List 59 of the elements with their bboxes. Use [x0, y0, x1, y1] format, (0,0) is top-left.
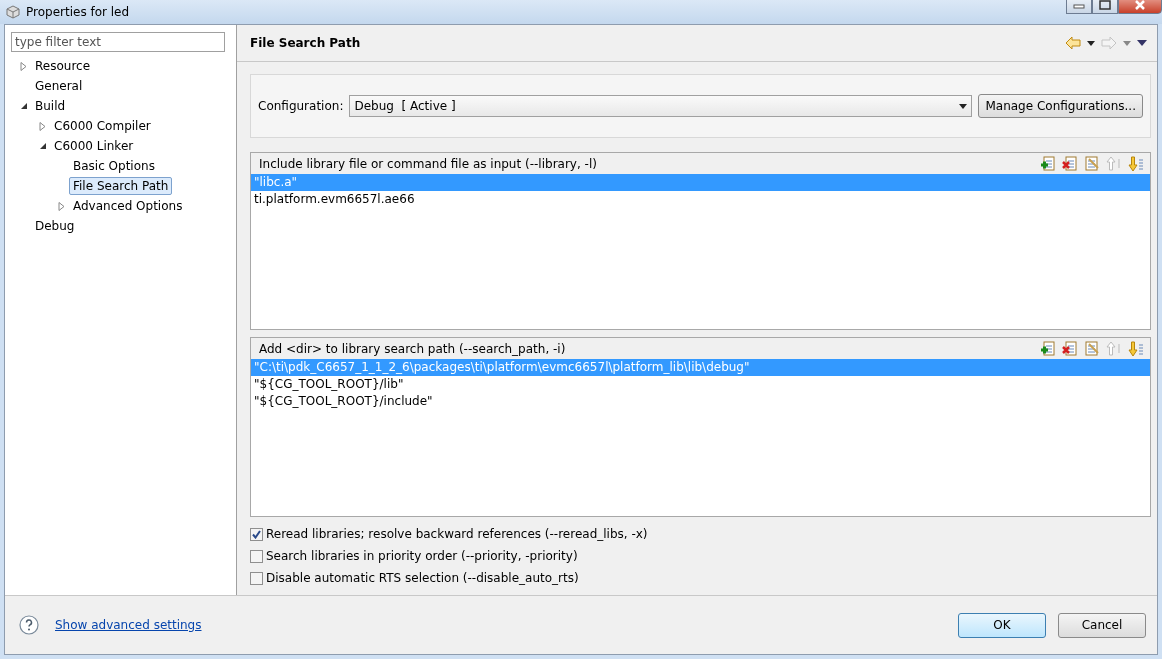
list-item[interactable]: "${CG_TOOL_ROOT}/lib": [251, 376, 1150, 393]
dropdown-arrow-icon: [1123, 40, 1131, 46]
window-title: Properties for led: [26, 5, 131, 19]
checkbox[interactable]: [250, 571, 263, 585]
add-document-icon[interactable]: [1040, 340, 1056, 357]
down-arrow-icon[interactable]: [1128, 340, 1144, 357]
collapsed-triangle-icon[interactable]: [39, 121, 47, 131]
collapsed-triangle-icon[interactable]: [58, 201, 66, 211]
minimize-button[interactable]: [1066, 0, 1092, 14]
manage-configurations-button[interactable]: Manage Configurations...: [978, 94, 1143, 118]
tree-item[interactable]: File Search Path: [69, 177, 173, 195]
minimize-icon: [1073, 1, 1085, 9]
tree-item[interactable]: General: [31, 77, 87, 95]
tree-item[interactable]: Debug: [31, 217, 79, 235]
up-arrow-icon: [1106, 340, 1122, 357]
list-title: Add <dir> to library search path (--search_path, -i): [259, 341, 567, 356]
edit-document-icon[interactable]: [1084, 340, 1100, 357]
help-icon[interactable]: [19, 615, 39, 635]
list-item[interactable]: ti.platform.evm6657l.ae66: [251, 191, 1150, 208]
dialog-button[interactable]: Cancel: [1058, 612, 1146, 638]
checkbox[interactable]: [250, 549, 263, 563]
menu-icon[interactable]: [1137, 40, 1147, 46]
maximize-button[interactable]: [1092, 0, 1118, 14]
dialog-button[interactable]: OK: [958, 612, 1046, 638]
checkbox[interactable]: [250, 527, 263, 541]
advanced-settings-link[interactable]: Show advanced settings: [55, 618, 946, 632]
edit-document-icon[interactable]: [1084, 155, 1100, 172]
close-button[interactable]: [1118, 0, 1162, 14]
tree-item[interactable]: Basic Options: [69, 157, 159, 175]
delete-document-icon[interactable]: [1062, 340, 1078, 357]
close-icon: [1134, 0, 1146, 10]
tree-item[interactable]: C6000 Linker: [50, 137, 138, 155]
down-arrow-icon[interactable]: [1128, 155, 1144, 172]
checkbox-label: Search libraries in priority order (--priority, -priority): [266, 549, 578, 563]
list-title: Include library file or command file as input (--library, -l): [259, 156, 598, 171]
check-icon: [252, 529, 261, 539]
checkbox-label: Reread libraries; resolve backward references (--reread_libs, -x): [266, 527, 648, 541]
tree-item[interactable]: Build: [31, 97, 70, 115]
delete-document-icon[interactable]: [1062, 155, 1078, 172]
tree-item[interactable]: Resource: [31, 57, 95, 75]
expanded-triangle-icon[interactable]: [39, 142, 47, 150]
maximize-icon: [1099, 0, 1111, 10]
expanded-triangle-icon[interactable]: [20, 102, 28, 110]
list-item[interactable]: "${CG_TOOL_ROOT}/include": [251, 393, 1150, 410]
dropdown-arrow-icon[interactable]: [1087, 40, 1095, 46]
cube-icon: [6, 5, 20, 19]
checkbox-label: Disable automatic RTS selection (--disable_auto_rts): [266, 571, 579, 585]
page-title: File Search Path: [250, 36, 362, 50]
back-arrow-icon[interactable]: [1065, 36, 1081, 50]
forward-arrow-icon: [1101, 36, 1117, 50]
dropdown-arrow-icon: [959, 103, 968, 109]
collapsed-triangle-icon[interactable]: [20, 61, 28, 71]
add-document-icon[interactable]: [1040, 155, 1056, 172]
up-arrow-icon: [1106, 155, 1122, 172]
filter-field[interactable]: type filter text: [11, 32, 225, 52]
tree-item[interactable]: Advanced Options: [69, 197, 187, 215]
configuration-dropdown[interactable]: Debug [ Active ]: [349, 95, 973, 117]
tree-item[interactable]: C6000 Compiler: [50, 117, 155, 135]
configuration-label: Configuration:: [258, 99, 344, 113]
